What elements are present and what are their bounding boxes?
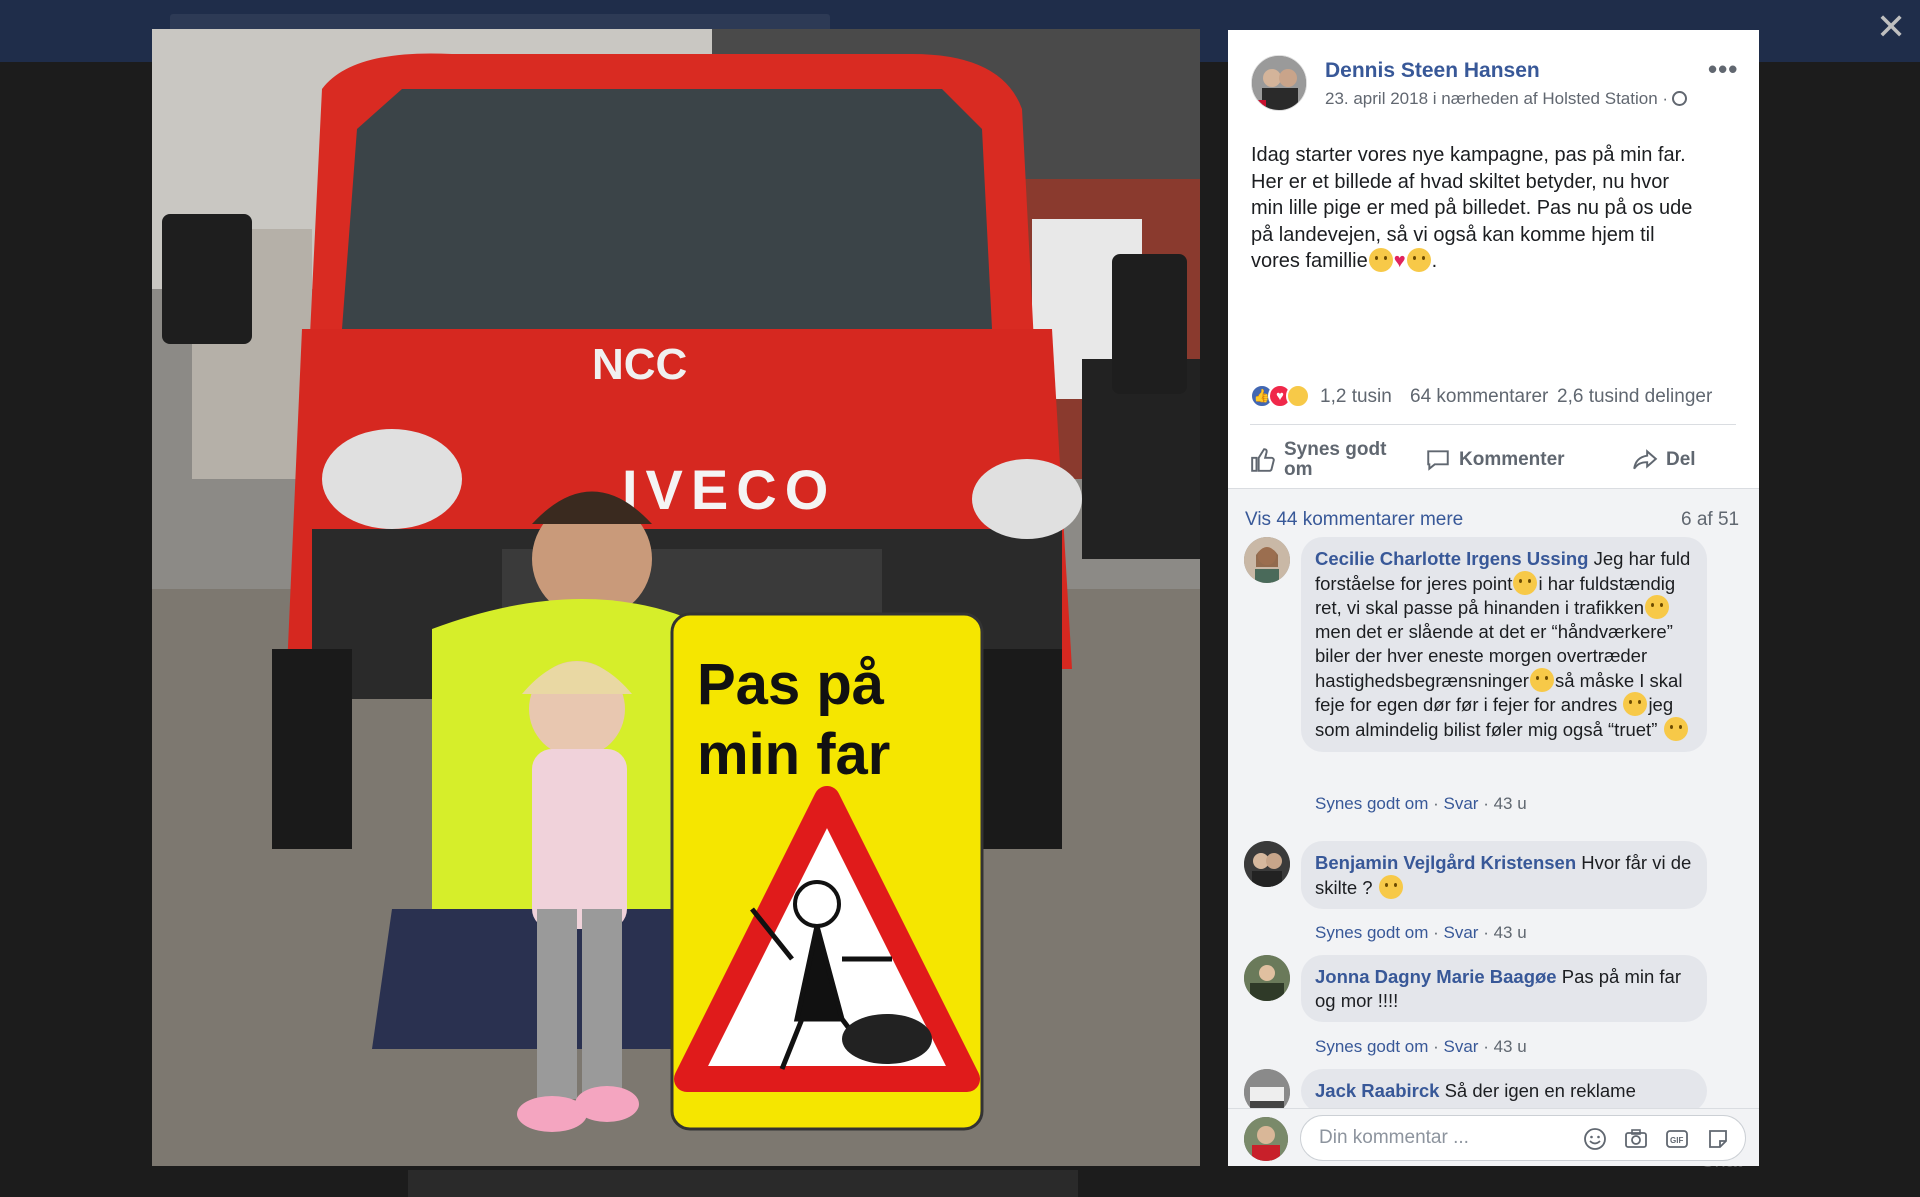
current-user-avatar [1244,1117,1288,1161]
commenter-avatar[interactable] [1244,1069,1290,1108]
commenter-avatar-image [1244,1069,1290,1108]
svg-text:GIF: GIF [1670,1136,1683,1145]
current-user-avatar-image [1244,1117,1288,1161]
commenter-avatar-image [1244,537,1290,583]
comment-actions: Synes godt om · Svar · 43 u [1315,794,1527,813]
comment-button-label: Kommenter [1459,449,1565,470]
author-avatar-image [1252,56,1306,110]
share-arrow-icon [1633,449,1658,470]
comment-actions: Synes godt om · Svar · 43 u [1315,1037,1527,1056]
comment-input-row: GIF [1228,1108,1759,1166]
photo-illustration: NCC IVECO Pas på min far [152,29,1200,1166]
commenter-avatar-image [1244,841,1290,887]
gif-icon[interactable]: GIF [1665,1127,1689,1151]
close-icon[interactable]: ✕ [1876,9,1906,45]
view-more-comments-link[interactable]: Vis 44 kommentarer mere [1245,509,1463,531]
comment-input-box[interactable]: GIF [1300,1115,1746,1161]
commenter-avatar[interactable] [1244,841,1290,887]
post-date-location[interactable]: 23. april 2018 i nærheden af Holsted Sta… [1325,89,1668,108]
more-options-icon[interactable]: ••• [1708,54,1738,85]
comment-like-link[interactable]: Synes godt om [1315,1037,1428,1056]
commenter-name[interactable]: Jonna Dagny Marie Baagøe [1315,966,1557,987]
comment-bubble: Jonna Dagny Marie Baagøe Pas på min far … [1301,955,1707,1023]
comment-time: 43 u [1493,1037,1527,1056]
emoji-icon[interactable] [1583,1127,1607,1151]
author-name[interactable]: Dennis Steen Hansen [1325,59,1540,83]
share-button[interactable]: Del [1632,432,1696,488]
comment-text: Så der igen en reklame [1439,1080,1636,1101]
commenter-avatar[interactable] [1244,537,1290,583]
truck-company-logo: NCC [592,340,687,389]
eye-roll-emoji-icon [1529,667,1554,692]
comment-bubble: Benjamin Vejlgård Kristensen Hvor får vi… [1301,841,1707,910]
author-avatar[interactable] [1251,55,1307,111]
thumbs-up-icon [1251,448,1275,472]
like-button[interactable]: Synes godt om [1250,432,1386,488]
camera-icon[interactable] [1624,1127,1648,1151]
comment-button[interactable]: Kommenter [1425,432,1565,488]
comment-actions: Synes godt om · Svar · 43 u [1315,923,1527,942]
like-button-label: Synes godt om [1284,440,1386,480]
comment-reply-link[interactable]: Svar [1444,923,1479,942]
comments-section: Vis 44 kommentarer mere 6 af 51 Cecilie … [1228,488,1759,1108]
commenter-name[interactable]: Jack Raabirck [1315,1080,1439,1101]
truck-brand-logo: IVECO [622,458,836,521]
comment-page-count: 6 af 51 [1681,509,1740,530]
post-photo[interactable]: NCC IVECO Pas på min far [152,29,1200,1166]
sign-text-line-1: Pas på [697,652,885,717]
sticker-icon[interactable] [1706,1127,1730,1151]
comment-time: 43 u [1493,794,1527,813]
commenter-avatar-image [1244,955,1290,1001]
globe-icon [1672,91,1688,106]
post-meta: 23. april 2018 i nærheden af Holsted Sta… [1325,89,1688,109]
comment-reply-link[interactable]: Svar [1444,794,1479,813]
commenter-name[interactable]: Cecilie Charlotte Irgens Ussing [1315,548,1588,569]
comment-bubble: Jack Raabirck Så der igen en reklame [1301,1069,1707,1108]
speech-bubble-icon [1427,450,1449,471]
share-button-label: Del [1666,449,1696,470]
comment-like-link[interactable]: Synes godt om [1315,923,1428,942]
like-label-2: om [1284,459,1313,480]
grin-emoji-icon [1513,570,1538,595]
background-strip [408,1170,1078,1197]
crazy-face-emoji-icon [1645,595,1670,620]
sign-text-line-2: min far [697,722,890,787]
frown-emoji-icon [1663,716,1688,741]
commenter-name[interactable]: Benjamin Vejlgård Kristensen [1315,852,1576,873]
comment-input[interactable] [1319,1116,1579,1160]
smile-emoji-icon [1378,874,1403,899]
comment-bubble: Cecilie Charlotte Irgens Ussing Jeg har … [1301,537,1707,752]
post-header: Dennis Steen Hansen 23. april 2018 i nær… [1251,55,1741,115]
commenter-avatar[interactable] [1244,955,1290,1001]
comment-reply-link[interactable]: Svar [1444,1037,1479,1056]
post-actions: Synes godt om Kommenter Del [1250,432,1736,488]
no-mouth-emoji-icon [1623,692,1648,717]
like-label-1: Synes godt [1284,439,1387,460]
comment-like-link[interactable]: Synes godt om [1315,794,1428,813]
comment-time: 43 u [1493,923,1527,942]
